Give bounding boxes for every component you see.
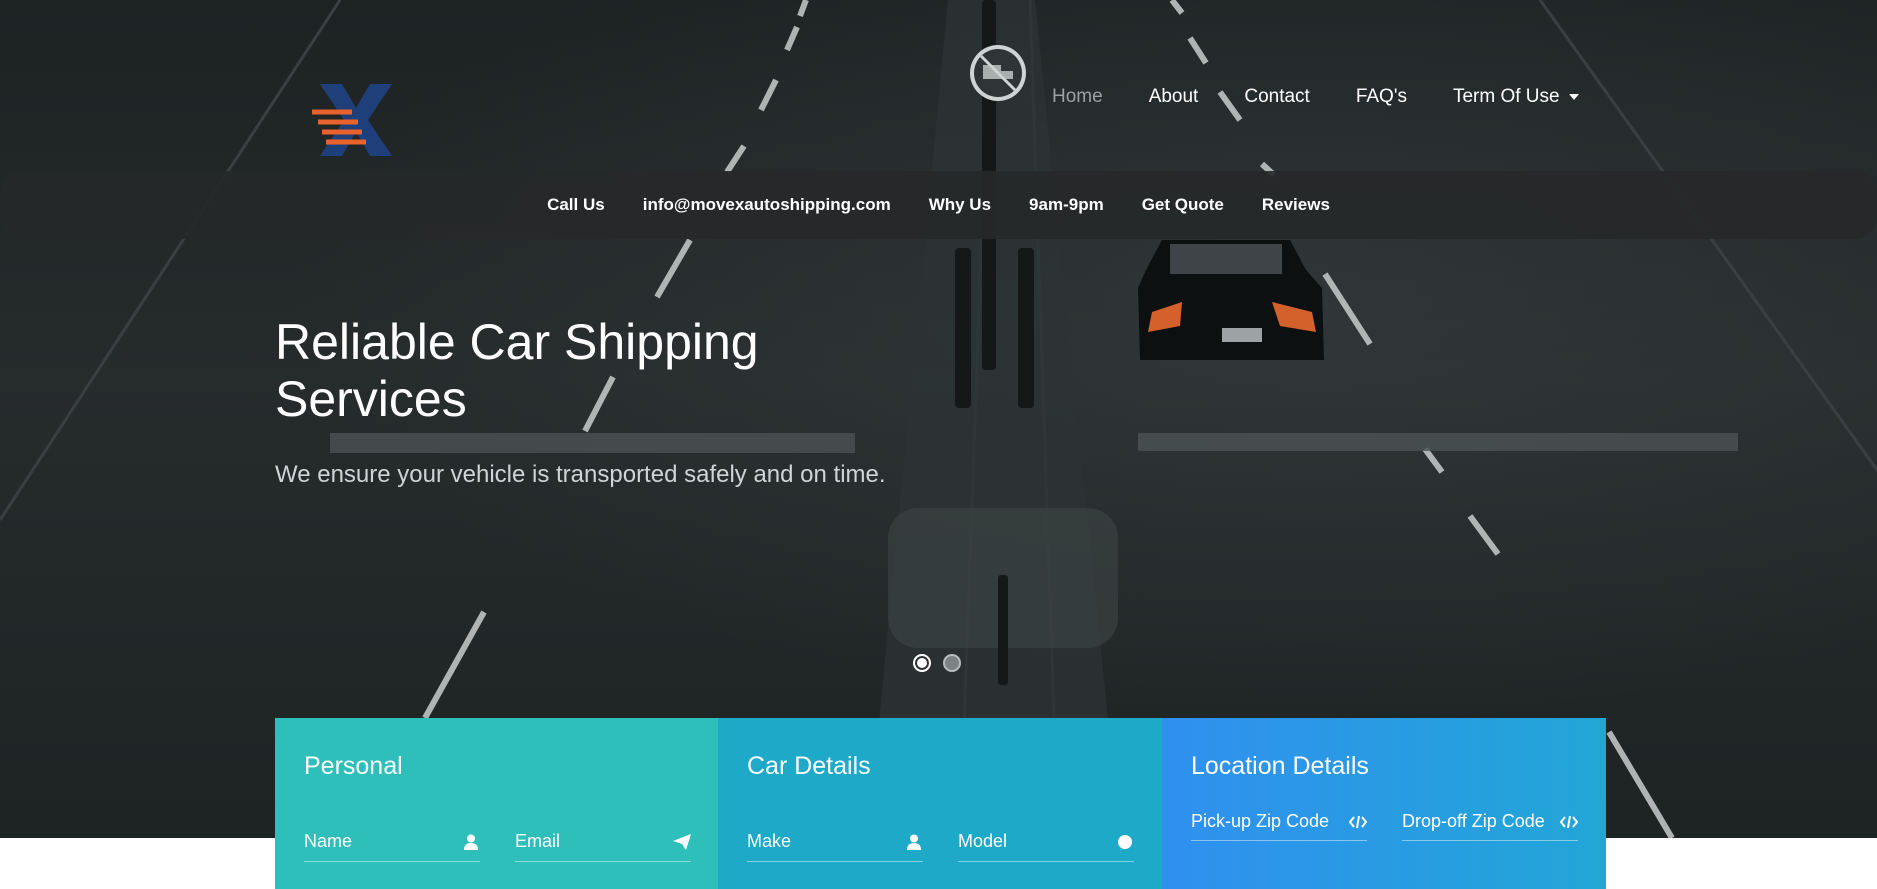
carousel-dot-1[interactable] <box>913 654 931 672</box>
subnav-get-quote[interactable]: Get Quote <box>1142 195 1224 215</box>
location-details-section: Location Details Pick-up Zip Code Drop-o… <box>1162 718 1606 889</box>
hero-title: Reliable Car Shipping Services <box>275 314 759 427</box>
circle-icon <box>1116 833 1134 851</box>
car-details-section: Car Details Make Model <box>718 718 1162 889</box>
pickup-zip-field[interactable]: Pick-up Zip Code <box>1191 803 1367 841</box>
location-details-title: Location Details <box>1191 752 1369 780</box>
car-details-title: Car Details <box>747 752 871 780</box>
nav-terms-dropdown[interactable]: Term Of Use <box>1453 86 1579 108</box>
personal-title: Personal <box>304 752 403 780</box>
caret-down-icon <box>1568 94 1579 100</box>
dropoff-zip-label: Drop-off Zip Code <box>1402 811 1545 831</box>
nav-terms-label: Term Of Use <box>1452 86 1560 107</box>
code-icon <box>1349 813 1367 831</box>
subnav-hours[interactable]: 9am-9pm <box>1029 195 1104 215</box>
email-field[interactable]: Email <box>515 822 691 862</box>
model-field[interactable]: Model <box>958 822 1134 862</box>
make-field[interactable]: Make <box>747 822 923 862</box>
name-label: Name <box>304 831 353 851</box>
pickup-zip-label: Pick-up Zip Code <box>1191 811 1330 831</box>
secondary-nav: Call Us info@movexautoshipping.com Why U… <box>0 171 1877 239</box>
paper-plane-icon <box>673 833 691 851</box>
code-icon <box>1560 813 1578 831</box>
personal-section: Personal Name Email <box>275 718 718 889</box>
subnav-why-us[interactable]: Why Us <box>929 195 991 215</box>
user-icon <box>462 833 480 851</box>
name-field[interactable]: Name <box>304 822 480 862</box>
main-nav: Home About Contact FAQ's Term Of Use <box>1052 86 1625 108</box>
quote-form: Personal Name Email Car Details Make Mod… <box>275 718 1606 889</box>
nav-faq[interactable]: FAQ's <box>1356 86 1407 108</box>
email-label: Email <box>515 831 561 851</box>
logo-icon[interactable] <box>312 82 396 158</box>
carousel-dot-2[interactable] <box>943 654 961 672</box>
make-label: Make <box>747 831 792 851</box>
nav-contact[interactable]: Contact <box>1244 86 1309 108</box>
nav-home[interactable]: Home <box>1052 86 1103 108</box>
carousel-indicators <box>913 654 961 672</box>
hero-subtitle: We ensure your vehicle is transported sa… <box>275 461 886 488</box>
user-icon <box>905 833 923 851</box>
hero-banner: Home About Contact FAQ's Term Of Use Cal… <box>0 0 1877 838</box>
nav-about[interactable]: About <box>1149 86 1199 108</box>
dropoff-zip-field[interactable]: Drop-off Zip Code <box>1402 803 1578 841</box>
subnav-reviews[interactable]: Reviews <box>1262 195 1330 215</box>
subnav-email[interactable]: info@movexautoshipping.com <box>643 195 891 215</box>
subnav-call-us[interactable]: Call Us <box>547 195 605 215</box>
model-label: Model <box>958 831 1008 851</box>
